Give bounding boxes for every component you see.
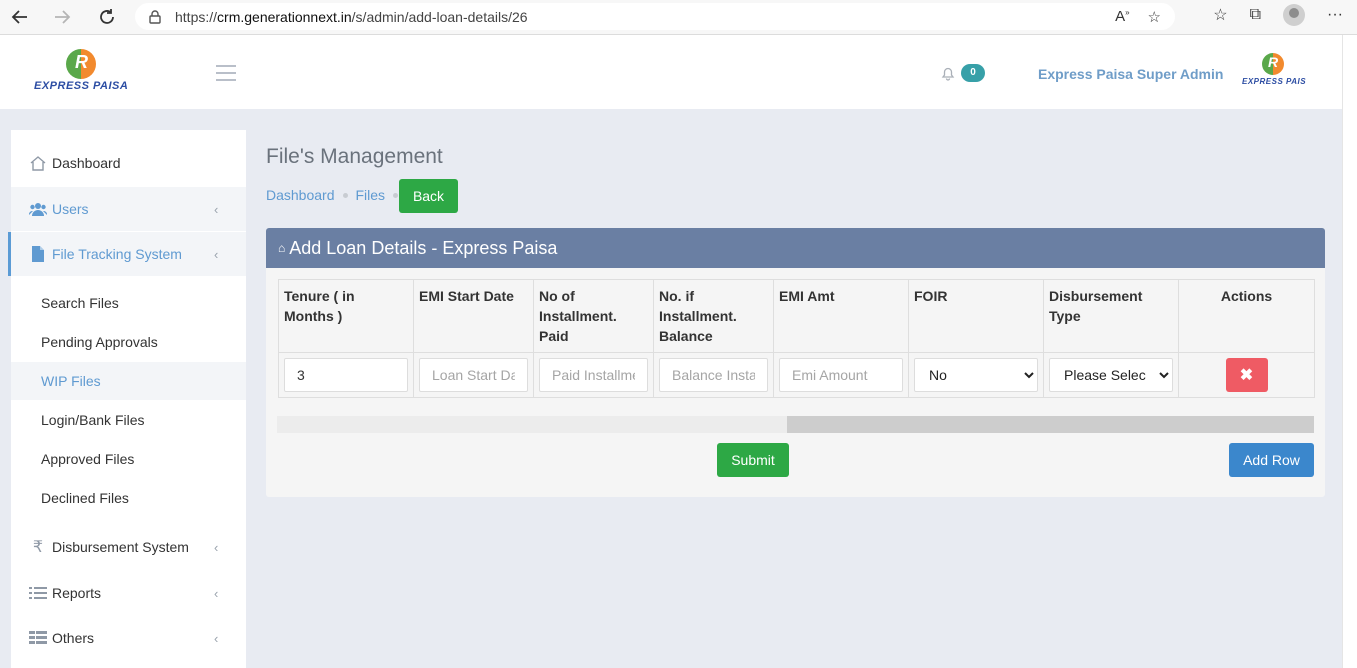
column-header-installments-paid: No of Installment. Paid — [533, 279, 654, 353]
refresh-icon[interactable] — [91, 1, 123, 33]
scrollbar-thumb[interactable] — [787, 416, 1314, 433]
express-paisa-logo[interactable]: R EXPRESS PAISA — [32, 47, 132, 97]
chevron-left-icon: ‹ — [214, 630, 219, 646]
panel-title: Add Loan Details - Express Paisa — [289, 237, 558, 258]
chevron-left-icon: ‹ — [214, 585, 219, 601]
table-header-row: Tenure ( in Months ) EMI Start Date No o… — [278, 279, 1315, 353]
sidebar-subitem-declined-files[interactable]: Declined Files — [11, 479, 246, 517]
chevron-down-icon: ‹ — [214, 246, 219, 262]
admin-name[interactable]: Express Paisa Super Admin — [1038, 66, 1223, 82]
bell-icon[interactable] — [940, 65, 956, 81]
sidebar-subitem-search-files[interactable]: Search Files — [11, 284, 246, 322]
page-title: File's Management — [266, 145, 443, 168]
emi-amount-input[interactable] — [779, 358, 903, 392]
sidebar-item-others[interactable]: Others ‹ — [11, 616, 246, 660]
hamburger-menu-icon[interactable] — [216, 65, 236, 86]
sidebar-item-disbursement[interactable]: ₹ Disbursement System ‹ — [11, 525, 246, 569]
sidebar-item-file-tracking[interactable]: File Tracking System ‹ — [8, 232, 246, 276]
favorite-add-icon[interactable]: ☆ — [1148, 8, 1161, 26]
sidebar-subitem-approved-files[interactable]: Approved Files — [11, 440, 246, 478]
sidebar: Dashboard Users ‹ File Tracking System ‹… — [8, 130, 246, 668]
table-row: No Please Select ✖ — [278, 352, 1315, 398]
disbursement-type-select[interactable]: Please Select — [1049, 358, 1173, 392]
address-bar[interactable]: https://crm.generationnext.in/s/admin/ad… — [135, 3, 1175, 30]
users-icon — [29, 200, 47, 218]
tenure-input[interactable] — [284, 358, 408, 392]
close-icon: ✖ — [1239, 367, 1254, 384]
breadcrumb-files[interactable]: Files — [356, 187, 386, 203]
column-header-disbursement-type: Disbursement Type — [1043, 279, 1179, 353]
url-path: /s/admin/add-loan-details/26 — [351, 8, 528, 25]
breadcrumb-dashboard[interactable]: Dashboard — [266, 187, 335, 203]
add-loan-panel: ⌂ Add Loan Details - Express Paisa Tenur… — [266, 228, 1325, 497]
submit-button[interactable]: Submit — [717, 443, 789, 477]
chevron-left-icon: ‹ — [214, 539, 219, 555]
home-icon — [29, 154, 47, 172]
back-button[interactable]: Back — [399, 179, 458, 213]
collections-icon[interactable]: ⧉ — [1250, 6, 1261, 24]
read-aloud-icon[interactable]: A» — [1115, 8, 1129, 26]
column-header-emi-start-date: EMI Start Date — [413, 279, 534, 353]
emi-start-date-input[interactable] — [419, 358, 528, 392]
balance-installment-input[interactable] — [659, 358, 768, 392]
paid-installment-input[interactable] — [539, 358, 648, 392]
user-avatar-logo[interactable]: R EXPRESS PAIS — [1240, 51, 1310, 91]
sidebar-subitem-pending-approvals[interactable]: Pending Approvals — [11, 323, 246, 361]
favorites-icon[interactable]: ☆ — [1213, 5, 1227, 25]
rupee-icon: ₹ — [32, 539, 44, 556]
app-header: R EXPRESS PAISA 0 Express Paisa Super Ad… — [0, 35, 1343, 109]
sidebar-subitem-wip-files[interactable]: WIP Files — [11, 362, 246, 400]
page-scrollbar[interactable] — [1342, 35, 1357, 668]
table-icon — [29, 629, 47, 647]
home-icon: ⌂ — [278, 241, 286, 255]
list-icon — [29, 584, 47, 602]
loan-details-table: Tenure ( in Months ) EMI Start Date No o… — [278, 279, 1315, 398]
browser-toolbar: https://crm.generationnext.in/s/admin/ad… — [0, 0, 1357, 35]
foir-select[interactable]: No — [914, 358, 1038, 392]
lock-icon — [149, 9, 161, 24]
column-header-actions: Actions — [1178, 279, 1315, 353]
column-header-installments-balance: No. if Installment. Balance — [653, 279, 774, 353]
add-row-button[interactable]: Add Row — [1229, 443, 1314, 477]
more-menu-icon[interactable]: ··· — [1327, 6, 1343, 24]
forward-arrow-icon[interactable] — [46, 1, 78, 33]
url-prefix: https:// — [175, 8, 218, 25]
column-header-tenure: Tenure ( in Months ) — [278, 279, 414, 353]
notification-badge[interactable]: 0 — [961, 64, 985, 82]
file-icon — [29, 245, 47, 263]
column-header-emi-amt: EMI Amt — [773, 279, 909, 353]
sidebar-item-dashboard[interactable]: Dashboard — [11, 141, 246, 185]
url-domain: crm.generationnext.in — [217, 8, 352, 25]
profile-icon[interactable] — [1283, 4, 1306, 26]
column-header-foir: FOIR — [908, 279, 1044, 353]
sidebar-item-reports[interactable]: Reports ‹ — [11, 571, 246, 615]
sidebar-item-users[interactable]: Users ‹ — [11, 187, 246, 231]
sidebar-subitem-login-bank-files[interactable]: Login/Bank Files — [11, 401, 246, 439]
table-horizontal-scrollbar[interactable] — [277, 416, 1314, 433]
chevron-left-icon: ‹ — [214, 201, 219, 217]
breadcrumb: Dashboard Files — [266, 187, 406, 203]
delete-row-button[interactable]: ✖ — [1225, 358, 1268, 392]
panel-header: ⌂ Add Loan Details - Express Paisa — [266, 228, 1325, 268]
back-arrow-icon[interactable] — [4, 1, 36, 33]
